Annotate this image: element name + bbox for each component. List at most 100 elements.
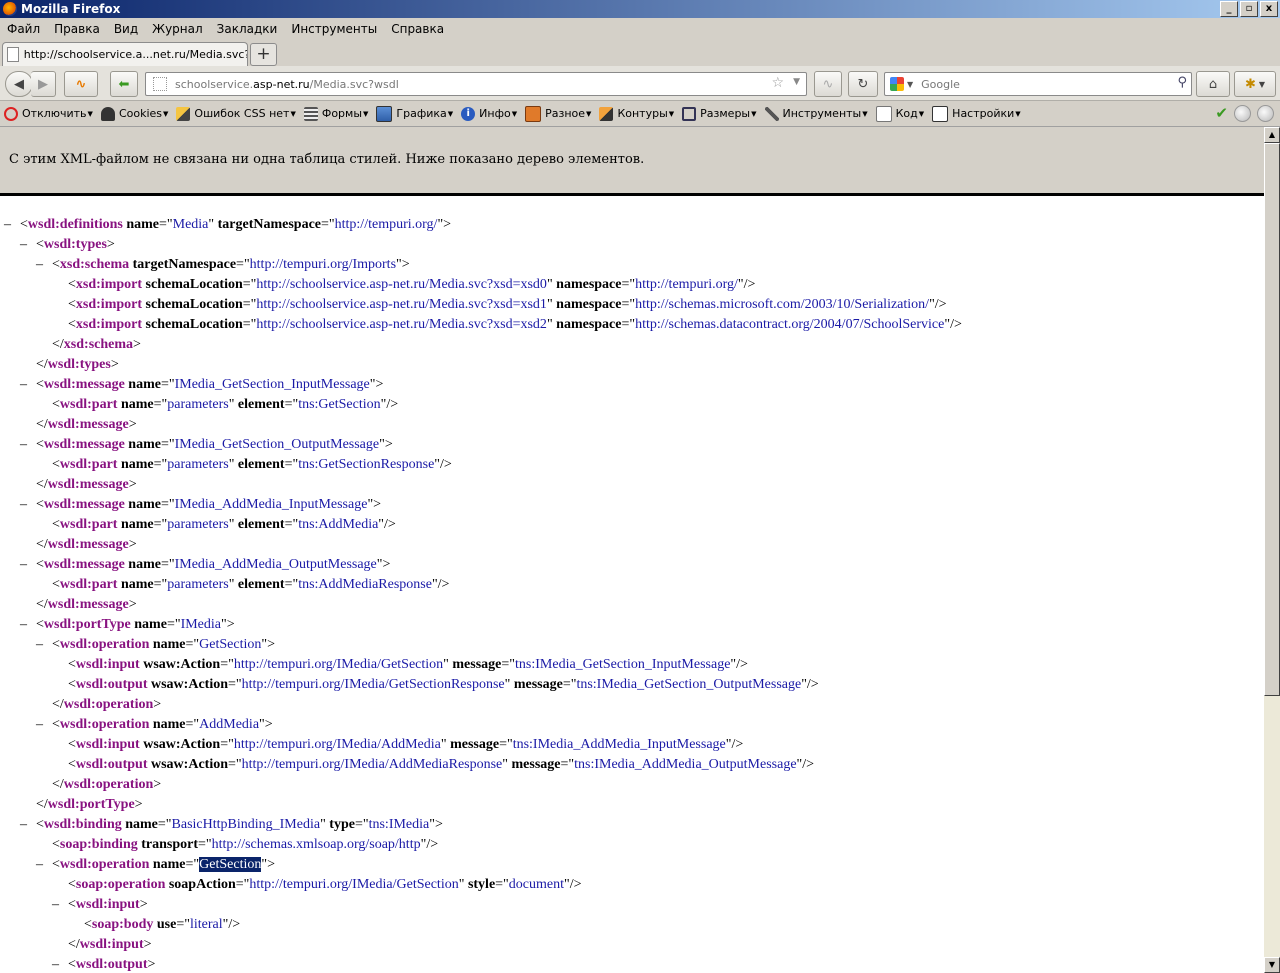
url-bar[interactable]: schoolservice. asp-net.ru/Media.svc?wsdl … [145,72,807,96]
minimize-button[interactable]: _ [1220,1,1238,17]
xml-tag-name: wsdl:input [75,897,140,912]
reload-button[interactable]: ↻ [848,71,878,97]
search-input[interactable]: Google [921,78,960,91]
collapse-toggle[interactable]: – [20,495,36,515]
xml-tag-name: xsd:import [75,297,143,312]
xml-tag-name: xsd:schema [59,257,130,272]
menu-edit[interactable]: Правка [47,22,107,36]
menu-view[interactable]: Вид [107,22,145,36]
search-engine-dropdown-icon[interactable]: ▼ [907,80,913,89]
webdev-label: Контуры [617,107,668,120]
xml-attr-name: name [152,717,186,732]
chevron-down-icon: ▼ [447,109,454,118]
xml-line: – <wsdl:portType name="IMedia"> [0,615,1264,635]
new-tab-button[interactable]: + [250,43,277,66]
restore-button[interactable]: ▫ [1240,1,1258,17]
xml-bracket: < [52,837,60,852]
menu-file[interactable]: Файл [0,22,47,36]
xml-bracket: < [84,917,92,932]
menu-bookmarks[interactable]: Закладки [210,22,285,36]
collapse-toggle[interactable]: – [20,555,36,575]
xml-bracket: /> [934,297,947,312]
xml-bracket: < [52,637,60,652]
collapse-toggle[interactable]: – [52,895,68,915]
webdev-info[interactable]: i Инфо ▼ [461,106,517,121]
xml-attr-value: parameters [167,457,229,472]
xml-attr-name: message [452,657,502,672]
collapse-toggle[interactable]: – [36,255,52,275]
search-box[interactable]: ▼ Google ⚲ [884,72,1192,96]
xml-tag-name: wsdl:part [59,577,118,592]
back-button[interactable]: ◀ [5,71,33,97]
webdev-code[interactable]: Код ▼ [875,105,924,122]
collapse-toggle[interactable]: – [20,435,36,455]
menu-help[interactable]: Справка [384,22,451,36]
xml-line: </wsdl:input> [0,935,1264,955]
xml-line: <xsd:import schemaLocation="http://schoo… [68,297,947,312]
misc-icon [525,105,542,122]
chevron-down-icon: ▼ [290,109,296,118]
forward-button[interactable]: ▶ [31,71,56,97]
vertical-scrollbar[interactable]: ▲ ▼ [1264,127,1280,973]
scroll-down-button[interactable]: ▼ [1264,957,1280,973]
xml-attr-name: type [329,817,355,832]
webdev-forms[interactable]: Формы ▼ [303,106,368,121]
xml-bracket: > [133,337,141,352]
collapse-toggle[interactable]: – [20,235,36,255]
webdev-tools[interactable]: Инструменты ▼ [764,106,868,121]
webdev-css[interactable]: Ошибок CSS нет ▼ [176,106,296,121]
xml-attr-value: IMedia [180,617,221,632]
addon-button[interactable]: ⬅ [110,71,138,97]
rss-button[interactable]: ∿ [64,71,98,97]
xml-line: <wsdl:part name="parameters" element="tn… [52,457,452,472]
xml-bracket: > [139,897,148,912]
menu-history[interactable]: Журнал [145,22,210,36]
url-dropdown-icon[interactable]: ▼ [793,77,800,87]
search-icon[interactable]: ⚲ [1177,75,1187,90]
xml-attr-value: tns:IMedia_AddMedia_OutputMessage [574,757,797,772]
collapse-toggle[interactable]: – [36,855,52,875]
xml-bracket: /> [437,577,450,592]
xml-line: – <xsd:schema targetNamespace="http://tem… [0,255,1264,275]
collapse-toggle[interactable]: – [20,375,36,395]
xml-tag-name: wsdl:message [43,497,125,512]
webdev-cookies[interactable]: Cookies ▼ [100,106,168,121]
close-button[interactable]: x [1260,1,1278,17]
extension-button[interactable]: ✱ ▼ [1234,71,1276,97]
navigation-toolbar: ◀ ▶ ∿ ⬅ schoolservice. asp-net.ru/Media.s… [0,66,1280,101]
scroll-up-button[interactable]: ▲ [1264,127,1280,143]
webdev-outline[interactable]: Контуры ▼ [599,106,674,121]
xml-attr-name: transport [141,837,199,852]
feed-button[interactable]: ∿ [814,71,842,97]
site-identity-icon[interactable] [153,77,167,91]
google-icon[interactable] [890,77,904,91]
webdev-disable[interactable]: Отключить ▼ [4,106,93,121]
webdev-images[interactable]: Графика ▼ [376,105,454,122]
bookmark-star-icon[interactable]: ☆ [771,75,784,91]
checkmark-icon[interactable]: ✔ [1215,105,1228,122]
home-button[interactable]: ⌂ [1196,71,1230,97]
collapse-toggle[interactable]: – [36,715,52,735]
collapse-toggle[interactable]: – [52,955,68,973]
collapse-toggle[interactable]: – [36,635,52,655]
status-circle-icon[interactable] [1234,105,1251,122]
scrollbar-thumb[interactable] [1264,143,1280,696]
collapse-toggle[interactable]: – [20,615,36,635]
webdev-misc[interactable]: Разное ▼ [525,105,591,122]
url-path: /Media.svc?wsdl [309,77,399,91]
webdev-resize[interactable]: Размеры ▼ [682,106,757,121]
xml-tag-name: wsdl:operation [59,717,150,732]
xml-attr-name: name [120,457,154,472]
xml-attr-name: name [152,637,186,652]
collapse-toggle[interactable]: – [4,215,20,235]
status-circle-icon[interactable] [1257,105,1274,122]
collapse-toggle[interactable]: – [20,815,36,835]
chevron-down-icon: ▼ [1015,109,1021,118]
tab-active[interactable]: http://schoolservice.a...net.ru/Media.sv… [2,42,248,66]
menu-tools[interactable]: Инструменты [284,22,384,36]
xml-attr-value: http://tempuri.org/ [334,217,438,232]
webdev-settings[interactable]: Настройки ▼ [932,105,1021,122]
arrow-right-icon: ▶ [38,76,48,92]
xml-attr-value: IMedia_GetSection_InputMessage [174,377,370,392]
xml-line: <wsdl:input wsaw:Action="http://tempuri.… [68,657,748,672]
